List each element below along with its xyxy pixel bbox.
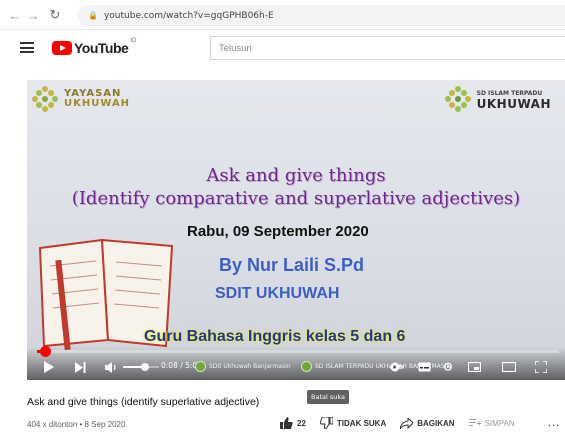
yayasan-ukhuwah-logo: YAYASAN UKHUWAH (32, 86, 130, 112)
save-button[interactable]: SIMPAN (468, 418, 515, 428)
back-arrow-icon[interactable]: ← (6, 6, 24, 24)
volume-handle[interactable] (140, 363, 149, 371)
lesson-date: Rabu, 09 September 2020 (187, 223, 369, 240)
region-code: ID (130, 38, 137, 44)
video-player[interactable]: YAYASAN UKHUWAH SD ISLAM TERPADU UKHUWAH (27, 80, 565, 380)
channel-chip-label: SDit Ukhuwah Banjarmasin (209, 362, 291, 370)
tooltip: Batal suka (307, 390, 349, 404)
address-bar[interactable]: 🔒 youtube.com/watch?v=gqGPHB06h-E (78, 5, 565, 26)
youtube-play-icon (52, 41, 72, 55)
menu-icon[interactable] (20, 42, 34, 53)
search-input[interactable]: Telusuri (210, 36, 565, 60)
fullscreen-icon[interactable] (534, 359, 548, 375)
next-icon[interactable] (73, 359, 87, 375)
search-placeholder: Telusuri (219, 42, 252, 54)
scrubber-handle[interactable] (40, 346, 52, 357)
miniplayer-icon[interactable] (467, 359, 481, 375)
lesson-school: SDIT UKHUWAH (215, 285, 340, 302)
dislike-label: TIDAK SUKA (336, 418, 387, 428)
url-text: youtube.com/watch?v=gqGPHB06h-E (103, 10, 274, 21)
share-arrow-icon (400, 417, 414, 429)
flower-emblem-icon (444, 86, 471, 112)
lesson-teacher-line: Guru Bahasa Inggris kelas 5 dan 6 (144, 328, 406, 345)
lesson-author: By Nur Laili S.Pd (219, 255, 365, 275)
youtube-logo[interactable]: YouTube ID (52, 38, 137, 56)
settings-gear-icon[interactable]: ⚙ (441, 359, 455, 375)
player-controls: 0:08 / 5:05 SDit Ukhuwah Banjarmasin SD … (27, 346, 565, 380)
like-button[interactable]: 22 (280, 417, 306, 429)
video-actions: 22 TIDAK SUKA BAGIKAN SIMPAN (280, 414, 529, 432)
progress-bar[interactable] (37, 346, 559, 357)
lock-icon: 🔒 (88, 11, 98, 20)
dislike-button[interactable]: TIDAK SUKA (319, 417, 387, 429)
save-label: SIMPAN (484, 418, 515, 428)
logo-line2: UKHUWAH (64, 98, 131, 109)
lesson-title-line2: (Identify comparative and superlative ad… (71, 188, 521, 209)
logo-line2: UKHUWAH (476, 97, 551, 111)
youtube-header: YouTube ID Telusuri (0, 30, 565, 66)
browser-toolbar: ← → ↻ 🔒 youtube.com/watch?v=gqGPHB06h-E (0, 0, 565, 30)
lesson-title-line1: Ask and give things (206, 165, 386, 186)
theater-mode-icon[interactable] (502, 359, 516, 375)
volume-slider[interactable] (123, 363, 159, 371)
video-meta: 404 x ditonton • 8 Sep 2020 (27, 420, 126, 429)
channel-chip[interactable]: SDit Ukhuwah Banjarmasin (195, 359, 291, 373)
autoplay-toggle-icon[interactable] (390, 359, 404, 375)
thumbs-down-icon (319, 417, 333, 429)
channel-avatar-icon (195, 360, 206, 372)
reload-icon[interactable]: ↻ (46, 6, 64, 24)
play-icon[interactable] (41, 359, 55, 375)
share-button[interactable]: BAGIKAN (400, 417, 455, 429)
school-avatar-icon (301, 360, 312, 372)
forward-arrow-icon[interactable]: → (24, 6, 42, 24)
subtitles-icon[interactable] (417, 359, 431, 375)
volume-icon[interactable] (104, 359, 118, 375)
flower-emblem-icon (32, 86, 58, 112)
more-actions-button[interactable]: ... (548, 417, 560, 429)
youtube-logo-text: YouTube (74, 40, 129, 56)
video-title: Ask and give things (identify superlativ… (27, 396, 260, 408)
share-label: BAGIKAN (417, 418, 455, 428)
sdit-ukhuwah-logo: SD ISLAM TERPADU UKHUWAH (444, 86, 551, 112)
thumbs-up-icon (280, 417, 293, 429)
add-to-playlist-icon (468, 419, 481, 426)
like-count: 22 (297, 418, 306, 428)
